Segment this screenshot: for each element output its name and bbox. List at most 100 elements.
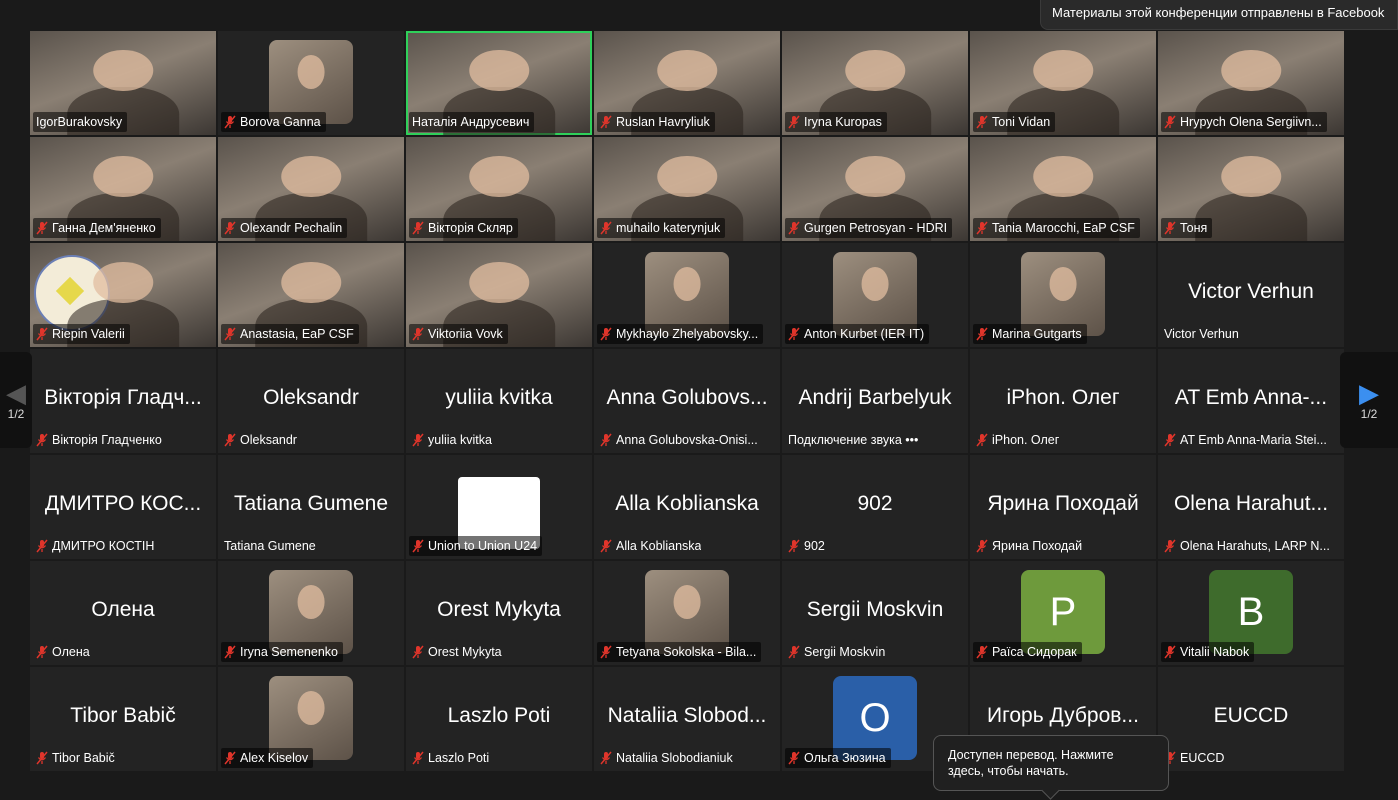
video-feed-face xyxy=(281,261,341,304)
participant-tile[interactable]: 902 902 xyxy=(782,455,968,559)
participant-name-label: Подключение звука ••• xyxy=(785,430,923,450)
participant-tile[interactable]: Олена Олена xyxy=(30,561,216,665)
participant-tile[interactable]: Ганна Дем'яненко xyxy=(30,137,216,241)
participant-display-name: 902 xyxy=(857,492,893,516)
participant-name: Tetyana Sokolska - Bila... xyxy=(616,645,757,659)
participant-tile[interactable]: yuliia kvitka yuliia kvitka xyxy=(406,349,592,453)
participant-name-label: EUCCD xyxy=(1161,748,1229,768)
participant-tile[interactable]: Iryna Kuropas xyxy=(782,31,968,135)
chevron-left-icon: ◀ xyxy=(6,378,26,408)
participant-tile[interactable]: Toni Vidan xyxy=(970,31,1156,135)
participant-name-label: Ярина Походай xyxy=(973,536,1087,556)
muted-microphone-icon xyxy=(412,433,424,447)
participant-name-label: Iryna Kuropas xyxy=(785,112,887,132)
participant-tile[interactable]: Наталія Андрусевич xyxy=(406,31,592,135)
participant-tile[interactable]: Alla Koblianska Alla Koblianska xyxy=(594,455,780,559)
profile-picture-face xyxy=(297,55,325,89)
participant-tile[interactable]: Tetyana Sokolska - Bila... xyxy=(594,561,780,665)
participant-tile[interactable]: Marina Gutgarts xyxy=(970,243,1156,347)
previous-page-button[interactable]: ◀ 1/2 xyxy=(0,352,32,448)
muted-microphone-icon xyxy=(788,751,800,765)
video-feed-face xyxy=(1221,155,1281,198)
participant-display-name: Victor Verhun xyxy=(1188,280,1314,304)
participant-tile[interactable]: Ruslan Havryliuk xyxy=(594,31,780,135)
participant-tile[interactable]: Вікторія Скляр xyxy=(406,137,592,241)
participant-name-label: ДМИТРО КОСТІН xyxy=(33,536,159,556)
muted-microphone-icon xyxy=(1164,221,1176,235)
participant-tile[interactable]: Viktoriia Vovk xyxy=(406,243,592,347)
participant-tile[interactable]: iPhon. Олег iPhon. Олег xyxy=(970,349,1156,453)
participant-tile[interactable]: IgorBurakovsky xyxy=(30,31,216,135)
participant-tile[interactable]: Вікторія Гладч... Вікторія Гладченко xyxy=(30,349,216,453)
muted-microphone-icon xyxy=(412,539,424,553)
participant-name-label: Вікторія Скляр xyxy=(409,218,518,238)
participant-tile[interactable]: Victor Verhun Victor Verhun xyxy=(1158,243,1344,347)
participant-tile[interactable]: Anton Kurbet (IER IT) xyxy=(782,243,968,347)
participant-name-label: Toni Vidan xyxy=(973,112,1056,132)
participant-name: Олена xyxy=(52,645,90,659)
participant-name: Tatiana Gumene xyxy=(224,539,316,553)
participant-tile[interactable]: Tatiana Gumene Tatiana Gumene xyxy=(218,455,404,559)
participant-tile[interactable]: muhailo katerynjuk xyxy=(594,137,780,241)
participant-tile[interactable]: Tibor Babič Tibor Babič xyxy=(30,667,216,771)
muted-microphone-icon xyxy=(600,433,612,447)
muted-microphone-icon xyxy=(412,221,424,235)
muted-microphone-icon xyxy=(224,115,236,129)
participant-tile[interactable]: Olexandr Pechalin xyxy=(218,137,404,241)
participant-tile[interactable]: Nataliia Slobod... Nataliia Slobodianiuk xyxy=(594,667,780,771)
participant-display-name: Ярина Походай xyxy=(987,492,1139,516)
participant-tile[interactable]: Iryna Semenenko xyxy=(218,561,404,665)
participant-name: Подключение звука ••• xyxy=(788,433,919,447)
muted-microphone-icon xyxy=(600,221,612,235)
participant-tile[interactable]: AT Emb Anna-... AT Emb Anna-Maria Stei... xyxy=(1158,349,1344,453)
participant-name-label: Anton Kurbet (IER IT) xyxy=(785,324,930,344)
participant-tile[interactable]: Riepin Valerii xyxy=(30,243,216,347)
participant-tile[interactable]: Tania Marocchi, EaP CSF xyxy=(970,137,1156,241)
participant-display-name: Игорь Дубров... xyxy=(987,704,1139,728)
participant-tile[interactable]: Mykhaylo Zhelyabovsky... xyxy=(594,243,780,347)
participant-tile[interactable]: Anastasia, EaP CSF xyxy=(218,243,404,347)
participant-tile[interactable]: Olena Harahut... Olena Harahuts, LARP N..… xyxy=(1158,455,1344,559)
muted-microphone-icon xyxy=(224,433,236,447)
participant-name: Наталія Андрусевич xyxy=(412,115,530,129)
participant-tile[interactable]: Oleksandr Oleksandr xyxy=(218,349,404,453)
translation-available-tooltip[interactable]: Доступен перевод. Нажмите здесь, чтобы н… xyxy=(933,735,1169,791)
video-feed-face xyxy=(845,49,905,92)
participant-name-label: iPhon. Олег xyxy=(973,430,1064,450)
participant-tile[interactable]: ДМИТРО КОС... ДМИТРО КОСТІН xyxy=(30,455,216,559)
profile-picture-face xyxy=(861,267,889,301)
muted-microphone-icon xyxy=(600,645,612,659)
muted-microphone-icon xyxy=(36,221,48,235)
participant-tile[interactable]: Р Раїса Сидорак xyxy=(970,561,1156,665)
participant-name-label: Tetyana Sokolska - Bila... xyxy=(597,642,762,662)
participant-tile[interactable]: Union to Union U24 xyxy=(406,455,592,559)
video-feed-face xyxy=(1033,155,1093,198)
participant-name-label: Hrypych Olena Sergiivn... xyxy=(1161,112,1327,132)
muted-microphone-icon xyxy=(600,751,612,765)
participant-tile[interactable]: Gurgen Petrosyan - HDRI xyxy=(782,137,968,241)
participant-tile[interactable]: Anna Golubovs... Anna Golubovska-Onisi... xyxy=(594,349,780,453)
participant-tile[interactable]: В Vitalii Nabok xyxy=(1158,561,1344,665)
participant-name-label: Тоня xyxy=(1161,218,1213,238)
participant-tile[interactable]: Laszlo Poti Laszlo Poti xyxy=(406,667,592,771)
participant-name: Anastasia, EaP CSF xyxy=(240,327,354,341)
participant-tile[interactable]: Sergii Moskvin Sergii Moskvin xyxy=(782,561,968,665)
participant-tile[interactable]: Andrij Barbelyuk Подключение звука ••• xyxy=(782,349,968,453)
participant-name-label: Sergii Moskvin xyxy=(785,642,890,662)
participant-name: Tibor Babič xyxy=(52,751,115,765)
participant-tile[interactable]: Alex Kiselov xyxy=(218,667,404,771)
participant-name: Oleksandr xyxy=(240,433,297,447)
video-feed-face xyxy=(657,49,717,92)
participant-tile[interactable]: Orest Mykyta Orest Mykyta xyxy=(406,561,592,665)
participant-tile[interactable]: Ярина Походай Ярина Походай xyxy=(970,455,1156,559)
participant-tile[interactable]: EUCCD EUCCD xyxy=(1158,667,1344,771)
profile-picture-face xyxy=(297,691,325,725)
participant-display-name: ДМИТРО КОС... xyxy=(44,492,202,516)
profile-picture-face xyxy=(297,585,325,619)
participant-tile[interactable]: Hrypych Olena Sergiivn... xyxy=(1158,31,1344,135)
participant-tile[interactable]: Тоня xyxy=(1158,137,1344,241)
profile-picture-face xyxy=(1049,267,1077,301)
participant-display-name: Anna Golubovs... xyxy=(606,386,768,410)
next-page-button[interactable]: ▶ 1/2 xyxy=(1340,352,1398,448)
participant-tile[interactable]: Borova Ganna xyxy=(218,31,404,135)
